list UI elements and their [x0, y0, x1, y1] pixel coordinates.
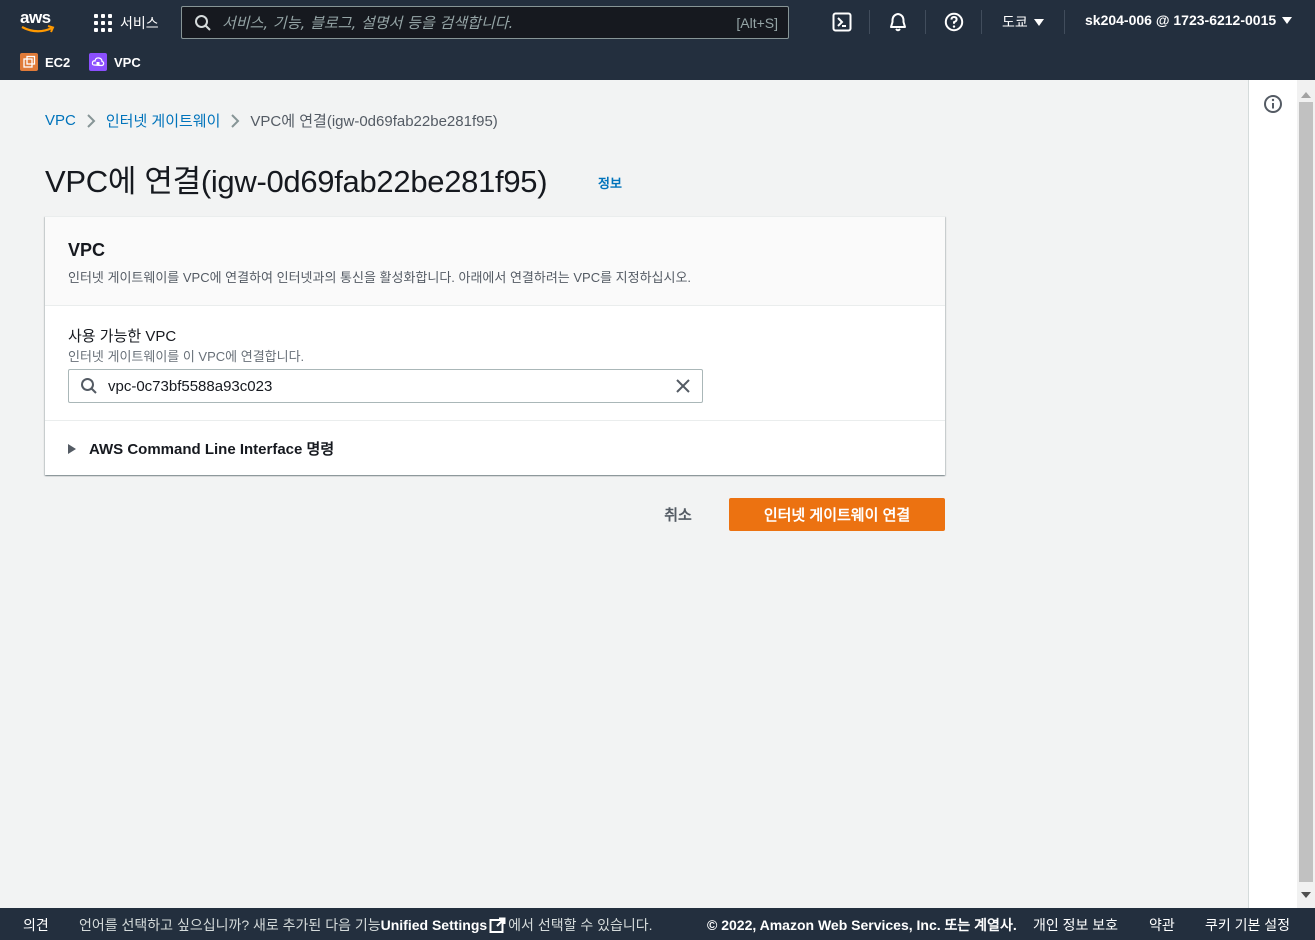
cookie-preferences-link[interactable]: 쿠키 기본 설정 [1205, 915, 1290, 935]
aws-logo-text: aws [20, 8, 51, 27]
nav-divider [925, 10, 926, 34]
attach-internet-gateway-button[interactable]: 인터넷 게이트웨이 연결 [729, 498, 945, 531]
scroll-down-icon[interactable] [1301, 892, 1311, 898]
copyright: © 2022, Amazon Web Services, Inc. 또는 계열사… [707, 917, 1017, 933]
info-icon[interactable] [1263, 94, 1283, 114]
info-link[interactable]: 정보 [598, 173, 622, 192]
help-icon[interactable] [944, 12, 964, 32]
services-label: 서비스 [120, 15, 159, 31]
scroll-up-icon[interactable] [1301, 92, 1311, 98]
container-title: VPC [68, 240, 106, 260]
terms-link[interactable]: 약관 [1149, 915, 1175, 935]
favorite-vpc[interactable]: VPC [89, 53, 141, 71]
footer: 의견 언어를 선택하고 싶으십니까? 새로 추가된 다음 기능 Unified … [0, 908, 1315, 940]
vpc-input-value: vpc-0c73bf5588a93c023 [108, 377, 273, 395]
tools-panel-rail [1248, 80, 1297, 908]
favorites-bar: EC2 VPC [0, 44, 1315, 80]
aws-logo[interactable]: aws [20, 9, 56, 35]
favorite-ec2[interactable]: EC2 [20, 53, 70, 71]
cli-command-expander[interactable]: AWS Command Line Interface 명령 [45, 420, 945, 476]
privacy-link[interactable]: 개인 정보 보호 [1033, 915, 1118, 935]
page-title: VPC에 연결(igw-0d69fab22be281f95) [45, 164, 548, 199]
external-link-icon [489, 917, 506, 933]
search-shortcut: [Alt+S] [736, 14, 778, 31]
breadcrumb: VPC 인터넷 게이트웨이 VPC에 연결(igw-0d69fab22be281… [45, 110, 498, 131]
language-notice: 언어를 선택하고 싶으십니까? 새로 추가된 다음 기능 Unified Set… [79, 915, 653, 935]
nav-divider [1064, 10, 1065, 34]
clear-icon[interactable] [673, 376, 693, 396]
unified-settings-link[interactable]: Unified Settings [381, 917, 488, 933]
region-label: 도쿄 [1002, 14, 1028, 30]
breadcrumb-internet-gateways[interactable]: 인터넷 게이트웨이 [106, 110, 221, 131]
available-vpc-label: 사용 가능한 VPC [68, 328, 177, 345]
cancel-button[interactable]: 취소 [650, 498, 706, 530]
account-menu[interactable]: sk204-006 @ 1723-6212-0015 [1085, 12, 1293, 28]
caret-right-icon [68, 443, 76, 454]
language-notice-suffix: 에서 선택할 수 있습니다. [508, 917, 653, 933]
aws-smile-icon [21, 25, 55, 33]
scrollbar-thumb[interactable] [1299, 102, 1313, 882]
breadcrumb-current: VPC에 연결(igw-0d69fab22be281f95) [250, 113, 498, 130]
ec2-icon [20, 53, 38, 71]
nav-divider [981, 10, 982, 34]
global-search[interactable]: [Alt+S] [181, 6, 789, 39]
breadcrumb-vpc[interactable]: VPC [45, 112, 76, 129]
grid-icon [94, 14, 112, 32]
caret-down-icon [1033, 18, 1044, 26]
nav-divider [869, 10, 870, 34]
search-icon [195, 14, 211, 31]
cloudshell-icon[interactable] [832, 12, 852, 32]
page-scrollbar[interactable] [1297, 80, 1315, 908]
bell-icon[interactable] [888, 12, 908, 32]
region-selector[interactable]: 도쿄 [1002, 12, 1044, 32]
account-label: sk204-006 @ 1723-6212-0015 [1085, 12, 1277, 28]
chevron-right-icon [220, 113, 250, 128]
top-nav-main-row: aws 서비스 [Alt+S] [0, 0, 1315, 44]
top-navigation: aws 서비스 [Alt+S] [0, 0, 1315, 80]
language-notice-prefix: 언어를 선택하고 싶으십니까? 새로 추가된 다음 기능 [79, 917, 381, 933]
services-menu-button[interactable]: 서비스 [94, 12, 159, 34]
caret-down-icon [1282, 16, 1293, 24]
cli-command-label: AWS Command Line Interface 명령 [89, 441, 335, 458]
vpc-autosuggest-input[interactable]: vpc-0c73bf5588a93c023 [68, 369, 703, 403]
available-vpc-description: 인터넷 게이트웨이를 이 VPC에 연결합니다. [68, 349, 305, 364]
chevron-right-icon [76, 113, 106, 128]
feedback-link[interactable]: 의견 [23, 915, 49, 935]
search-icon [81, 378, 97, 394]
favorite-label: VPC [114, 54, 141, 70]
global-search-input[interactable] [222, 13, 737, 32]
favorite-label: EC2 [45, 54, 71, 70]
vpc-icon [89, 53, 107, 71]
container-header: VPC 인터넷 게이트웨이를 VPC에 연결하여 인터넷과의 통신을 활성화합니… [45, 217, 945, 306]
container-description: 인터넷 게이트웨이를 VPC에 연결하여 인터넷과의 통신을 활성화합니다. 아… [68, 270, 692, 285]
vpc-container: VPC 인터넷 게이트웨이를 VPC에 연결하여 인터넷과의 통신을 활성화합니… [45, 216, 945, 475]
